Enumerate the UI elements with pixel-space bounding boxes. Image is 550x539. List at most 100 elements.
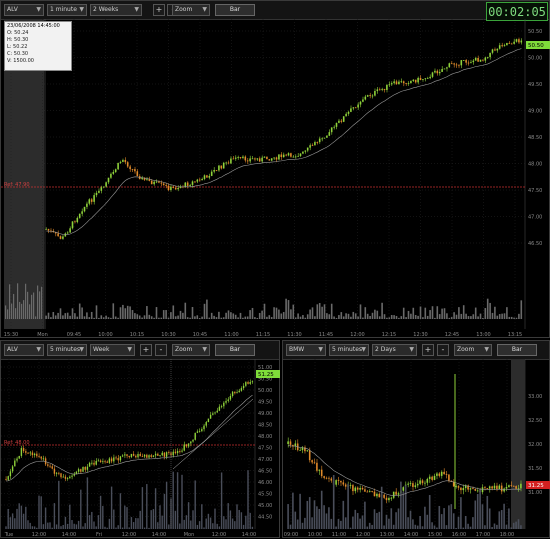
candle-body [220, 165, 223, 169]
volume-bar [40, 496, 42, 529]
main-price-chart[interactable]: 50.50 50.00 49.50 49.00 48.50 48.00 47.50 47.00… [1, 19, 550, 339]
volume-bar [292, 492, 294, 529]
volume-bar [174, 316, 177, 319]
weekly-chart-toolbar: ALV ▼ 5 minutes ▼ Week ▼ + - Zoom ▼ Bar [1, 341, 279, 360]
candle-body [390, 497, 393, 499]
volume-bar [325, 513, 328, 529]
volume-bar [287, 300, 290, 319]
volume-bar [486, 298, 489, 319]
candle-body [417, 77, 419, 83]
zoom-out-button[interactable]: - [437, 344, 449, 356]
candle-body [206, 175, 208, 178]
candle-body [340, 481, 342, 483]
candle-body [86, 203, 88, 207]
symbol-dropdown[interactable]: BMW ▼ [286, 344, 326, 356]
volume-bar [220, 317, 223, 319]
candle-body [194, 181, 196, 183]
volume-bar [152, 509, 155, 529]
candle-body [126, 454, 128, 456]
candle-body [469, 488, 472, 490]
candle-body [306, 450, 309, 452]
volume-bar [354, 313, 357, 319]
volume-bar [369, 315, 371, 319]
volume-bar [247, 470, 249, 529]
candle-body [198, 431, 201, 432]
volume-bar [198, 521, 201, 529]
volume-bar [184, 302, 187, 319]
zoom-in-button[interactable]: + [422, 344, 434, 356]
interval-dropdown[interactable]: 5 minutes ▼ [47, 344, 87, 356]
candle-body [218, 165, 220, 171]
bar-type-button[interactable]: Bar [215, 4, 255, 16]
volume-bar [455, 527, 457, 529]
candle-body [378, 493, 381, 498]
current-price-label: 31.25 [528, 483, 544, 489]
volume-bar [373, 509, 376, 529]
volume-bar [189, 317, 191, 319]
zoom-dropdown[interactable]: Zoom ▼ [172, 4, 210, 16]
info-volume: V: 1500.00 [7, 58, 34, 64]
weekly-price-chart[interactable]: 51.0050.5050.0049.5049.0048.5048.0047.50… [1, 359, 281, 539]
bar-info-box: 23/06/2008 14:45:00 O: 50.24 H: 50.30 L:… [4, 21, 72, 71]
volume-bar [119, 307, 122, 319]
candle-body [146, 179, 148, 181]
volume-bar [64, 516, 67, 529]
candle-body [91, 462, 93, 464]
volume-bar [448, 505, 450, 529]
candle-body [323, 137, 326, 139]
bar-type-button[interactable]: Bar [215, 344, 255, 356]
volume-bar [86, 477, 89, 529]
volume-bar [296, 519, 299, 529]
symbol-dropdown[interactable]: ALV ▼ [4, 344, 44, 356]
candle-body [318, 469, 321, 471]
volume-bar [321, 306, 323, 319]
zoom-in-button[interactable]: + [140, 344, 152, 356]
bar-type-button[interactable]: Bar [497, 344, 537, 356]
candle-body [294, 156, 297, 158]
zoom-out-button[interactable]: - [155, 344, 167, 356]
price-axis-label: 46.00 [258, 480, 272, 486]
candle-body [458, 65, 460, 67]
candle-body [165, 185, 167, 186]
candle-body [113, 457, 115, 462]
volume-bar [314, 316, 316, 319]
period-dropdown[interactable]: Week ▼ [90, 344, 135, 356]
candle-body [484, 487, 486, 489]
period-dropdown[interactable]: 2 Weeks ▼ [90, 4, 142, 16]
period-dropdown[interactable]: 2 Days ▼ [372, 344, 417, 356]
volume-bar [366, 526, 369, 529]
volume-bar [404, 485, 407, 529]
volume-bar [445, 525, 448, 529]
symbol-dropdown[interactable]: ALV ▼ [4, 4, 44, 16]
candle-body [236, 392, 238, 394]
volume-bar [421, 526, 424, 529]
zoom-in-button[interactable]: + [153, 4, 165, 16]
volume-bar [214, 508, 216, 529]
candle-body [90, 199, 93, 202]
zoom-dropdown[interactable]: Zoom ▼ [454, 344, 492, 356]
zoom-dropdown[interactable]: Zoom ▼ [172, 344, 210, 356]
candle-body [433, 475, 436, 480]
candle-body [350, 108, 352, 112]
time-axis-label: 12:30 [413, 332, 427, 338]
volume-bar [108, 518, 111, 529]
candle-body [102, 186, 105, 188]
candle-body [95, 192, 98, 196]
time-axis-label: 15:30 [4, 332, 18, 338]
candle-body [38, 456, 40, 458]
volume-bar [185, 515, 188, 529]
volume-bar [488, 508, 491, 529]
candle-body [290, 153, 292, 157]
interval-dropdown[interactable]: 5 minutes ▼ [329, 344, 369, 356]
volume-bar [429, 310, 431, 319]
volume-bar [424, 506, 426, 529]
volume-bar [213, 315, 215, 319]
candle-body [515, 486, 517, 489]
candle-body [501, 45, 503, 47]
volume-bar [57, 312, 59, 319]
secondary-price-chart[interactable]: 33.00 32.50 32.00 31.50 31.00 09:00 10:00 11:00… [283, 359, 550, 539]
interval-dropdown[interactable]: 1 minute ▼ [47, 4, 87, 16]
candle-body [47, 464, 49, 466]
candle-body [64, 233, 67, 237]
volume-bar [263, 303, 266, 319]
